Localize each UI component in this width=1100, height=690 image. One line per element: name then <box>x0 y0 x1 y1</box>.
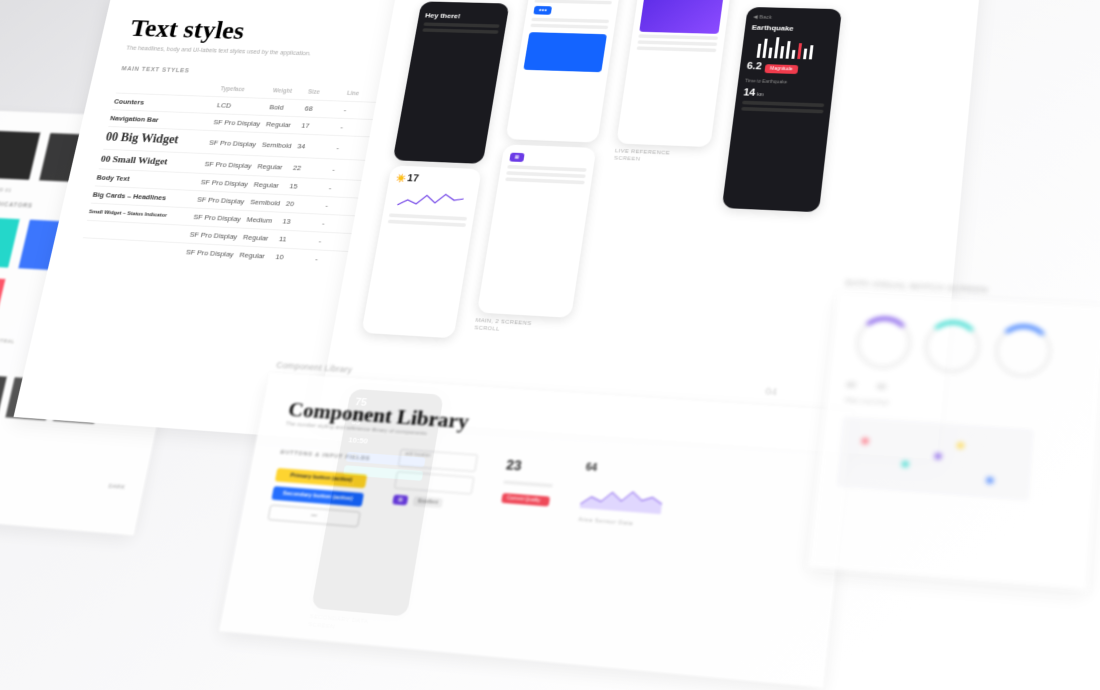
bar-chart-icon <box>748 35 832 60</box>
color-swatch[interactable] <box>0 276 5 329</box>
phone-mock-dark[interactable]: Hey there! <box>393 2 510 165</box>
phone-mock-earthquake[interactable]: ◀ Back Earthquake 6.2Magnitude Time to E… <box>722 7 842 212</box>
col-header: Typeface <box>220 86 274 94</box>
style-name: Navigation Bar <box>109 114 214 126</box>
input-sample[interactable] <box>394 471 474 494</box>
col-header: Size <box>307 89 347 96</box>
style-name: Body Text <box>96 173 202 185</box>
input-sample[interactable]: add location <box>398 449 478 472</box>
phone-label: MAIN, 2 SCREENS SCROLL <box>474 318 553 337</box>
swatch-label: NEUTRAL <box>0 338 15 345</box>
board-number: 04 <box>765 386 778 398</box>
watch-artboard[interactable]: 82 92 Map overview <box>808 293 1100 590</box>
phone-label: LIVE REFERENCE SCREEN <box>613 149 692 166</box>
col-header: Weight <box>272 88 308 95</box>
gauge-value: 92 <box>876 382 886 391</box>
phone-mock-light[interactable]: ▦ <box>477 144 597 318</box>
chip-sample[interactable]: ▦ <box>392 495 408 506</box>
style-name: Counters <box>113 98 218 109</box>
sub-label: Time to Earthquake <box>745 79 827 87</box>
chip: ▦ <box>509 152 524 161</box>
style-name: 00 Big Widget <box>104 131 211 149</box>
temp-value: 17 <box>406 173 419 184</box>
outline-button-sample[interactable]: — <box>267 504 360 527</box>
style-name: Small Widget – Status Indicator <box>88 209 194 219</box>
map-dot-icon <box>957 442 964 449</box>
gauge-value: 82 <box>846 380 856 389</box>
style-name: 00 Small Widget <box>100 154 206 169</box>
map-dot-icon <box>935 453 942 460</box>
map-dot-icon <box>986 477 993 484</box>
section-header: BUTTONS & INPUT FIELDS <box>280 450 371 462</box>
chip: ●●● <box>533 6 552 15</box>
phone-mock-light[interactable]: 23 ●●● <box>505 0 621 143</box>
color-swatch[interactable] <box>0 216 20 267</box>
blue-card <box>523 32 607 72</box>
sparkline <box>390 187 472 214</box>
style-name <box>85 229 190 234</box>
map-dot-icon <box>862 438 869 444</box>
phone-mock-light[interactable] <box>616 0 732 147</box>
gauge-sample <box>922 319 984 375</box>
phone-headline: Hey there! <box>425 12 502 22</box>
distance: 14 <box>743 87 756 98</box>
stat-value: 23 <box>505 457 557 476</box>
phone-mock-light[interactable]: ☀️ 17 <box>361 166 482 339</box>
gauge-sample <box>992 323 1054 380</box>
color-swatch[interactable] <box>0 130 40 180</box>
chip-sample[interactable]: Excellent <box>412 496 443 508</box>
component-library-artboard[interactable]: Component Library The number styling and… <box>219 373 852 688</box>
primary-button-sample[interactable]: Primary button (active) <box>275 468 368 488</box>
phone-title: Earthquake <box>751 24 833 34</box>
col-header: Line <box>346 91 379 98</box>
map-dot-icon <box>902 461 909 468</box>
area-chart-sample <box>580 482 664 514</box>
map-sample[interactable] <box>836 416 1034 500</box>
magnitude: 6.2 <box>746 61 762 72</box>
chip-sample[interactable]: Current Quality <box>501 493 550 507</box>
alert-chip: Magnitude <box>765 64 798 74</box>
gauge-sample <box>853 315 914 371</box>
purple-card <box>639 0 724 34</box>
style-name <box>81 246 186 252</box>
style-name: Big Cards – Headlines <box>92 191 198 204</box>
stat-value: 64 <box>585 462 667 479</box>
chart-label: Area Sensor Data <box>577 517 659 531</box>
secondary-button-sample[interactable]: Secondary button (active) <box>271 486 364 507</box>
map-label: Map overview <box>845 398 889 407</box>
